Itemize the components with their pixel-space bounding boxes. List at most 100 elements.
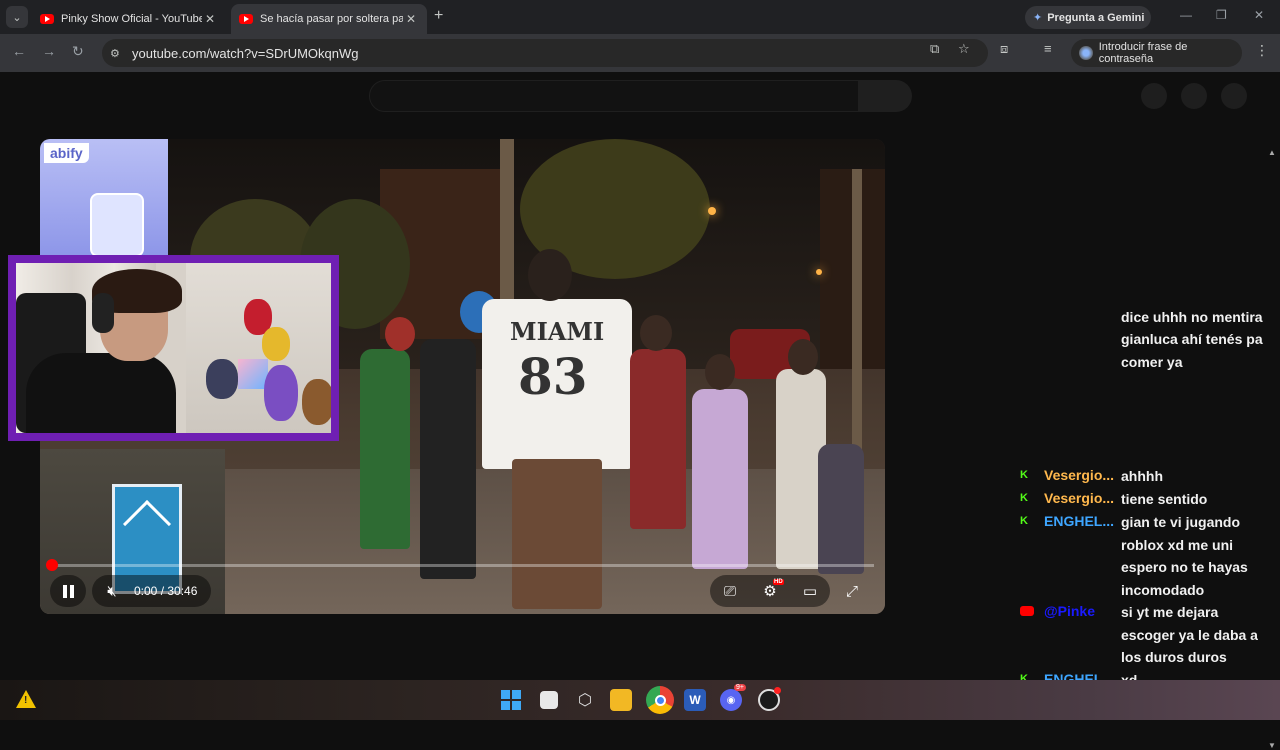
kick-badge-icon: K	[1020, 673, 1028, 680]
chat-text: tiene sentido	[1121, 491, 1208, 507]
recycle-arrow-icon	[122, 499, 172, 549]
gemini-icon: ✦	[1033, 12, 1043, 24]
new-tab-button[interactable]: +	[434, 7, 443, 25]
theater-mode-button[interactable]: ▭	[790, 575, 830, 607]
kick-badge-icon: K	[1020, 515, 1028, 527]
volume-muted-icon: 🔇︎	[107, 582, 117, 600]
streamer-webcam	[8, 255, 339, 441]
chrome-icon[interactable]	[646, 686, 674, 714]
right-controls-pill: ⎚ ⚙ HD ▭	[710, 575, 830, 607]
tab-active-video[interactable]: Se hacía pasar por soltera para ✕	[231, 4, 427, 34]
theater-icon: ▭	[802, 583, 818, 600]
account-avatar[interactable]	[1221, 83, 1247, 109]
media-queue-icon[interactable]: ≡	[1044, 41, 1052, 56]
kick-badge-icon: K	[1020, 492, 1028, 504]
back-arrow-icon[interactable]: ←	[12, 43, 26, 59]
progress-scrubber[interactable]	[46, 559, 58, 571]
discord-badge: 9+	[734, 684, 746, 691]
close-icon[interactable]: ✕	[403, 12, 419, 26]
scroll-down-icon[interactable]: ▼	[1268, 741, 1276, 750]
install-app-icon[interactable]: ⧉	[930, 41, 939, 57]
search-button[interactable]	[858, 80, 912, 112]
discord-icon[interactable]: ◉ 9+	[720, 684, 746, 711]
bookmark-star-icon[interactable]: ☆	[958, 41, 970, 57]
minimize-icon[interactable]: —	[1180, 8, 1192, 22]
menu-dots-icon[interactable]: ⋮	[1255, 42, 1269, 59]
webcam-plush	[264, 365, 298, 421]
close-icon[interactable]: ✕	[202, 12, 218, 26]
tab-title: Pinky Show Oficial - YouTube	[61, 13, 202, 25]
gemini-label: Pregunta a Gemini	[1047, 11, 1145, 24]
restore-icon[interactable]: ❐	[1216, 8, 1227, 22]
street-lamp	[816, 269, 822, 275]
chat-text: xd	[1121, 672, 1138, 680]
street-lamp	[708, 207, 716, 215]
windows-logo	[501, 690, 521, 710]
video-person	[420, 339, 476, 579]
youtube-badge-icon	[1020, 606, 1034, 616]
browser-toolbar: ← → ↻ ⚙ youtube.com/watch?v=SDrUMOkqnWg …	[0, 34, 1280, 72]
tab-pinky-show[interactable]: Pinky Show Oficial - YouTube ✕	[32, 4, 226, 34]
subtitles-button[interactable]: ⎚	[710, 575, 750, 607]
word-icon[interactable]: W	[684, 689, 706, 711]
discord-glyph: ◉	[726, 694, 736, 706]
headset-icon	[92, 293, 114, 333]
video-person-head	[640, 315, 672, 351]
notifications-icon[interactable]	[1181, 83, 1207, 109]
scroll-up-icon[interactable]: ▲	[1268, 148, 1276, 157]
obs-icon[interactable]	[758, 687, 781, 711]
profile-label: Introducir frase de contraseña	[1098, 41, 1188, 65]
chat-text: le doy plata y un el dice uhhh no mentir…	[1121, 308, 1263, 370]
search-input[interactable]	[369, 80, 859, 112]
mute-button[interactable]: 🔇︎	[92, 575, 132, 607]
folder-icon[interactable]	[610, 689, 632, 711]
gemini-button[interactable]: ✦ Pregunta a Gemini	[1025, 6, 1151, 29]
windows-start-icon[interactable]	[500, 689, 522, 711]
chat-username[interactable]: ENGHEL...	[1044, 513, 1120, 529]
tab-search-button[interactable]: ⌄	[6, 6, 28, 28]
video-billboard: abify	[40, 139, 168, 259]
hd-badge: HD	[773, 579, 784, 585]
video-person-head	[528, 249, 572, 301]
address-bar[interactable]: ⚙ youtube.com/watch?v=SDrUMOkqnWg	[102, 39, 988, 67]
youtube-icon	[239, 14, 253, 24]
settings-button[interactable]: ⚙ HD	[750, 575, 790, 607]
chat-text: ahhhh	[1121, 468, 1163, 484]
tab-title: Se hacía pasar por soltera para	[260, 13, 403, 25]
chat-username[interactable]: Vesergio...	[1044, 490, 1120, 506]
file-icon[interactable]	[540, 691, 558, 709]
window-close-icon[interactable]: ✕	[1254, 8, 1264, 22]
shirt-text: MIAMI	[510, 317, 605, 346]
live-chat-overlay: le doy plata y un el dice uhhh no mentir…	[1010, 303, 1270, 680]
reload-icon[interactable]: ↻	[72, 43, 84, 60]
video-person-head	[705, 354, 735, 390]
video-person	[692, 389, 748, 569]
chat-username[interactable]: ENGHEL...	[1044, 671, 1120, 680]
youtube-icon	[40, 14, 54, 24]
avatar	[1079, 46, 1093, 60]
url-text[interactable]: youtube.com/watch?v=SDrUMOkqnWg	[132, 46, 359, 61]
create-icon[interactable]	[1141, 83, 1167, 109]
chat-text: gian te vi jugando roblox xd me uni espe…	[1121, 514, 1248, 598]
video-person-head	[788, 339, 818, 375]
video-person	[360, 349, 410, 549]
app-icon[interactable]: ⬡	[574, 689, 596, 711]
video-person-head	[385, 317, 415, 351]
video-pole	[852, 169, 862, 469]
windows-taskbar: ! ⬡ W ◉ 9+	[0, 680, 1280, 720]
extensions-icon[interactable]: ⧈	[1000, 41, 1008, 57]
forward-arrow-icon[interactable]: →	[42, 43, 56, 59]
subtitles-icon: ⎚	[723, 582, 736, 600]
billboard-phone	[90, 193, 144, 257]
site-info-icon[interactable]: ⚙	[110, 47, 124, 60]
chat-username[interactable]: @Pinke	[1044, 603, 1120, 619]
fullscreen-button[interactable]: ⤢	[834, 575, 870, 607]
video-person	[818, 444, 864, 574]
chat-username[interactable]: Vesergio...	[1044, 467, 1120, 483]
pause-button[interactable]	[50, 575, 86, 607]
webcam-person-body	[26, 353, 176, 433]
progress-bar[interactable]	[52, 564, 874, 567]
webcam-plush	[206, 359, 238, 399]
pause-icon	[62, 584, 74, 598]
profile-button[interactable]: Introducir frase de contraseña	[1071, 39, 1242, 67]
